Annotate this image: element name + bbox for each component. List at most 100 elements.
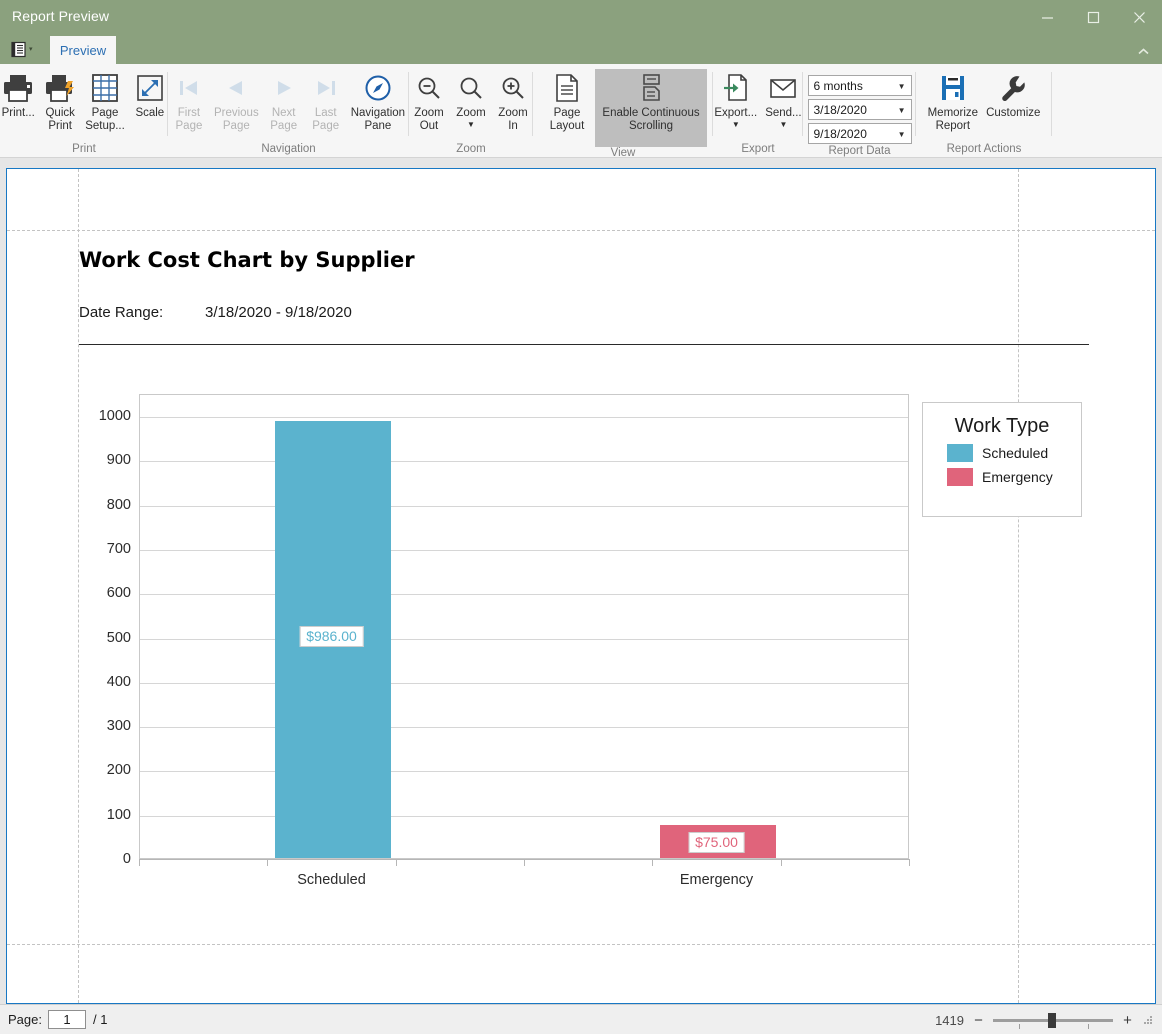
ribbon-group-view: Page Layout Enable Continuous Scrolling — [533, 64, 713, 159]
minimize-button[interactable] — [1024, 0, 1070, 34]
chevron-down-icon[interactable]: ▼ — [779, 121, 787, 129]
document-area[interactable]: Work Cost Chart by Supplier Date Range: 3… — [0, 158, 1162, 1004]
chart-gridline — [140, 771, 908, 773]
enable-continuous-scrolling-button[interactable]: Enable Continuous Scrolling — [595, 69, 707, 147]
chart-data-label: $75.00 — [688, 831, 745, 853]
chart-y-tick-label: 500 — [106, 629, 131, 646]
legend-swatch-scheduled — [947, 444, 973, 462]
chart-y-tick-label: 300 — [106, 718, 131, 735]
zoom-out-button[interactable]: − — [972, 1013, 985, 1028]
ribbon-group-print-label: Print — [72, 143, 96, 155]
legend-label-scheduled: Scheduled — [982, 445, 1049, 461]
customize-button[interactable]: Customize — [982, 69, 1044, 120]
wrench-icon — [998, 71, 1028, 105]
chart-y-tick-label: 900 — [106, 452, 131, 469]
quick-access-toolbar[interactable]: ▾ — [10, 37, 52, 61]
memorize-report-button[interactable]: Memorize Report — [924, 69, 982, 133]
zoom-slider[interactable] — [993, 1013, 1113, 1029]
chevron-down-icon[interactable]: ▼ — [467, 121, 475, 129]
page-number-input[interactable]: 1 — [47, 1010, 86, 1029]
status-bar: Page: 1 / 1 1419 − + — [0, 1004, 1162, 1034]
zoom-in-button[interactable]: Zoom In — [492, 69, 534, 133]
date-range-label: Date Range: — [79, 304, 164, 321]
ribbon-group-export-label: Export — [741, 143, 775, 155]
ribbon-group-report-actions-label: Report Actions — [946, 143, 1022, 155]
chart-gridline — [140, 815, 908, 817]
zoom-out-button[interactable]: Zoom Out — [408, 69, 450, 133]
first-page-button[interactable]: First Page — [168, 69, 210, 133]
ribbon-group-zoom-label: Zoom — [456, 143, 486, 155]
report-data-combos: 6 months ▼ 3/18/2020 ▼ 9/18/2020 ▼ — [807, 69, 912, 145]
date-from-value: 3/18/2020 — [813, 102, 867, 117]
last-page-button[interactable]: Last Page — [305, 69, 347, 133]
export-icon — [722, 71, 750, 105]
chevron-up-icon[interactable] — [1132, 42, 1154, 60]
chevron-down-icon[interactable]: ▼ — [732, 121, 740, 129]
title-bar: Report Preview — [0, 0, 1162, 34]
margin-guide-bottom — [7, 944, 1155, 945]
chevron-down-icon[interactable]: ▼ — [898, 100, 906, 121]
zoom-out-button-label: Zoom Out — [414, 107, 444, 132]
chevron-down-icon[interactable]: ▼ — [898, 124, 906, 145]
date-range-row: Date Range: 3/18/2020 - 9/18/2020 — [79, 304, 352, 321]
report-icon — [10, 41, 27, 58]
zoom-slider-thumb[interactable] — [1048, 1013, 1056, 1028]
page-setup-button[interactable]: Page Setup... — [81, 69, 129, 133]
next-page-button[interactable]: Next Page — [263, 69, 305, 133]
chart-y-tick-label: 600 — [106, 585, 131, 602]
window-controls — [1024, 0, 1162, 34]
group-divider — [1051, 72, 1052, 136]
chart-gridline — [140, 638, 908, 640]
quick-printer-icon — [44, 71, 76, 105]
page-layout-button[interactable]: Page Layout — [539, 69, 595, 133]
customize-button-label: Customize — [986, 107, 1041, 119]
ribbon-group-navigation-label: Navigation — [261, 143, 316, 155]
date-from-select[interactable]: 3/18/2020 ▼ — [807, 99, 912, 121]
close-button[interactable] — [1116, 0, 1162, 34]
previous-page-icon — [222, 71, 250, 105]
navigation-pane-button[interactable]: Navigation Pane — [347, 69, 409, 133]
print-button-label: Print... — [1, 107, 35, 119]
zoom-in-button[interactable]: + — [1121, 1013, 1134, 1028]
page-total-label: / 1 — [92, 1012, 108, 1027]
printer-icon — [2, 71, 34, 105]
magnifier-icon — [457, 71, 485, 105]
chart-gridline — [140, 594, 908, 596]
header-rule — [79, 344, 1089, 345]
chart-gridline — [140, 550, 908, 551]
first-page-button-label: First Page — [175, 107, 203, 132]
legend-label-emergency: Emergency — [982, 469, 1053, 485]
chart-legend: Work Type Scheduled Emergency — [922, 402, 1082, 517]
maximize-button[interactable] — [1070, 0, 1116, 34]
export-button[interactable]: Export... ▼ — [710, 69, 761, 129]
chart-gridline — [140, 461, 908, 463]
zoom-in-icon — [499, 71, 527, 105]
send-button[interactable]: Send... ▼ — [761, 69, 805, 129]
next-page-button-label: Next Page — [270, 107, 298, 132]
chart-data-label: $986.00 — [299, 625, 364, 647]
zoom-in-button-label: Zoom In — [498, 107, 528, 132]
chart-x-tick — [139, 859, 140, 866]
resize-grip-icon[interactable] — [1142, 1014, 1154, 1026]
zoom-button[interactable]: Zoom ▼ — [450, 69, 492, 129]
previous-page-button[interactable]: Previous Page — [210, 69, 263, 133]
zoom-level-value: 1419 — [935, 1012, 964, 1028]
quick-access-caret-icon[interactable]: ▾ — [29, 46, 33, 53]
tab-preview[interactable]: Preview — [50, 36, 116, 64]
print-button[interactable]: Print... — [0, 69, 39, 120]
envelope-icon — [768, 71, 798, 105]
ribbon-group-export: Export... ▼ Send... ▼ Export — [713, 64, 803, 158]
ribbon-group-print: Print... Quick Print Page Setup... Scale… — [0, 64, 168, 158]
navigation-pane-button-label: Navigation Pane — [350, 107, 406, 132]
date-to-select[interactable]: 9/18/2020 ▼ — [807, 123, 912, 145]
chart-x-tick-label: Scheduled — [297, 872, 366, 888]
quick-print-button[interactable]: Quick Print — [39, 69, 81, 133]
memorize-report-button-label: Memorize Report — [927, 107, 979, 132]
date-range-preset-select[interactable]: 6 months ▼ — [807, 75, 912, 97]
chart-y-tick-label: 400 — [106, 673, 131, 690]
chart-gridline — [140, 727, 908, 729]
page-label: Page: — [8, 1012, 42, 1027]
chevron-down-icon[interactable]: ▼ — [898, 76, 906, 97]
scale-button[interactable]: Scale — [129, 69, 171, 120]
work-cost-chart: 0 100 200 300 400 500 600 700 800 900 1000 Schedul… — [79, 394, 1089, 904]
